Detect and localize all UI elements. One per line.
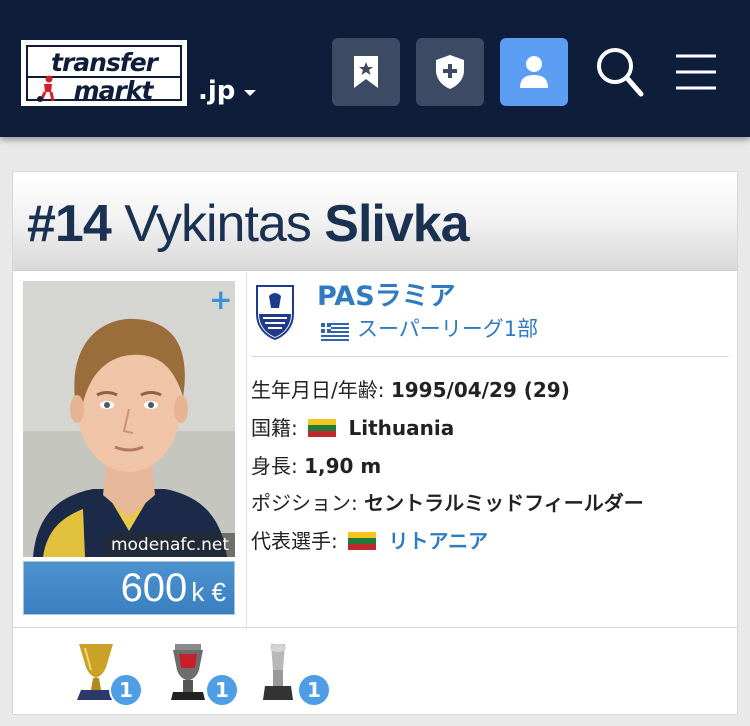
trophy-item[interactable]: 1 [163,640,239,707]
national-team-link[interactable]: リトアニア [388,529,488,553]
lithuania-flag-icon [348,532,377,550]
search-icon [597,48,644,97]
search-button[interactable] [586,38,654,106]
transfermarkt-logo[interactable]: transfer markt [21,40,187,106]
player-header: #14 Vykintas Slivka [13,172,737,271]
user-icon [520,56,548,88]
height-value: 1,90 m [304,454,382,478]
club-follow-button[interactable] [416,38,484,106]
trophy-divider [13,627,737,628]
national-team-row: 代表選手: リトアニア [251,526,488,556]
trophy-item[interactable]: 1 [71,640,143,707]
league-name-link[interactable]: スーパーリーグ1部 [357,315,538,343]
info-divider [251,356,729,357]
trophy-count-badge: 1 [205,673,239,707]
logo-frame: transfer markt [26,45,182,105]
position-value: セントラルミッドフィールダー [364,491,644,515]
trophy-silver-icon [263,644,293,700]
nationality-value: Lithuania [348,416,455,440]
top-navigation-bar: transfer markt .jp [0,0,750,137]
add-photo-icon[interactable]: + [209,286,232,314]
national-team-label: 代表選手: [251,529,338,553]
nationality-row: 国籍: Lithuania [251,413,454,443]
player-last-name: Slivka [324,195,469,253]
player-photo[interactable]: modenafc.net [23,281,235,557]
birth-row: 生年月日/年齢: 1995/04/29 (29) [251,375,570,405]
club-crest-icon[interactable] [253,284,297,340]
menu-icon [676,54,716,90]
position-label: ポジション: [251,491,358,515]
logo-text-bottom: markt [73,76,154,105]
bookmark-star-icon [354,56,378,88]
market-value: 600 [120,566,188,610]
lithuania-flag-icon [308,419,337,437]
menu-button[interactable] [662,38,730,106]
logo-text-top: transfer [51,48,158,77]
player-portrait-image [23,281,235,557]
birth-label: 生年月日/年齢: [251,378,385,402]
player-title: #14 Vykintas Slivka [27,194,470,254]
user-profile-button[interactable] [500,38,568,106]
market-value-box[interactable]: 600 k € [23,561,235,615]
shield-plus-icon [436,55,464,89]
chevron-down-icon[interactable] [244,90,256,96]
trophy-item[interactable]: 1 [253,640,331,707]
column-divider [246,272,247,627]
club-name-link[interactable]: PASラミア [317,280,456,314]
photo-credit: modenafc.net [104,533,235,557]
position-row: ポジション: セントラルミッドフィールダー [251,488,644,518]
player-first-name: Vykintas [124,195,312,253]
height-row: 身長: 1,90 m [251,451,381,481]
shirt-number: #14 [27,195,112,253]
watchlist-button[interactable] [332,38,400,106]
birth-value: 1995/04/29 (29) [390,378,570,402]
greece-flag-icon [321,323,349,341]
player-profile-card: #14 Vykintas Slivka modenafc.net + 600 k… [12,171,738,715]
market-value-unit: k € [191,577,226,607]
height-label: 身長: [251,454,298,478]
trophy-count-badge: 1 [297,673,331,707]
domain-selector-label[interactable]: .jp [198,76,235,106]
nationality-label: 国籍: [251,416,298,440]
trophy-count-badge: 1 [109,673,143,707]
